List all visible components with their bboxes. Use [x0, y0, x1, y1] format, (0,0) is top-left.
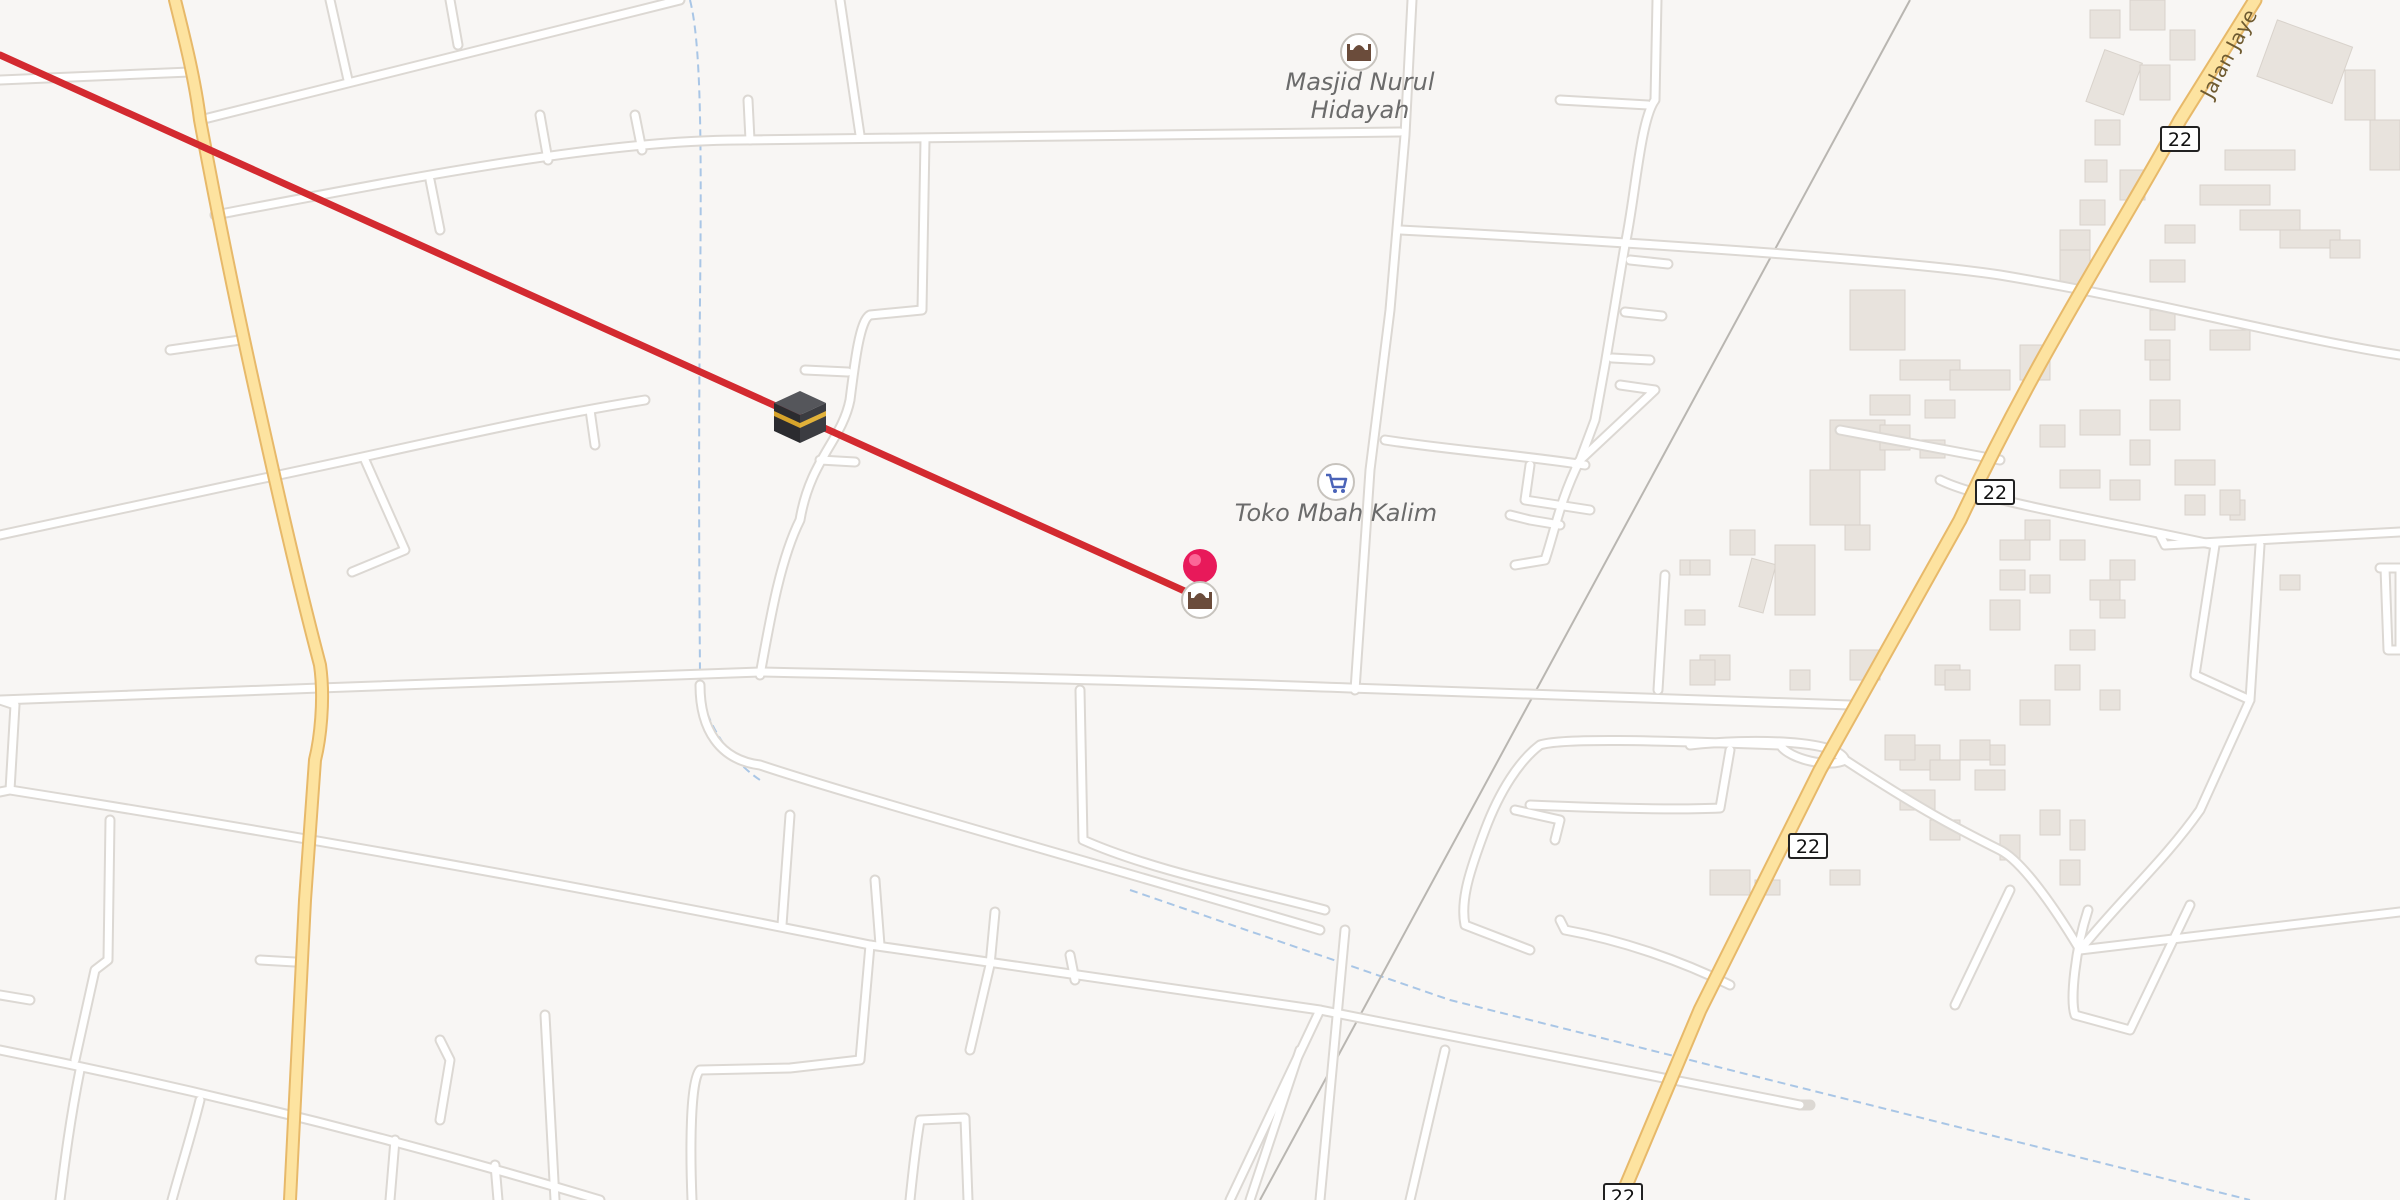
poi-label: Toko Mbah Kalim [1235, 499, 1437, 527]
road-shield: 22 [1788, 833, 1828, 859]
road-shield: 22 [1603, 1183, 1643, 1200]
poi-label-line-1: Masjid Nurul [1285, 68, 1434, 96]
shopping-cart-icon [1317, 463, 1355, 501]
road-shield-label: 22 [1796, 836, 1820, 858]
poi-label-line-2: Hidayah [1311, 96, 1410, 124]
map-canvas[interactable]: Masjid Nurul Hidayah Toko Mbah Kalim 22 … [0, 0, 2400, 1200]
mosque-icon [1340, 33, 1378, 71]
road-shield: 22 [1975, 479, 2015, 505]
road-shield-label: 22 [1611, 1186, 1635, 1200]
road-shield: 22 [2160, 126, 2200, 152]
road-shield-label: 22 [1983, 482, 2007, 504]
mosque-icon[interactable] [1181, 581, 1219, 619]
road-shield-label: 22 [2168, 129, 2192, 151]
